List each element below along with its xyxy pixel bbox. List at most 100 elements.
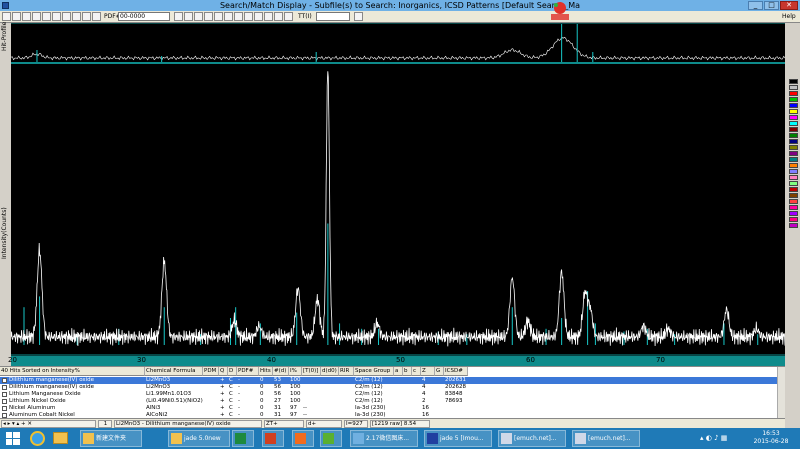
table-row[interactable]: Dilithium manganese(IV) oxide Li2MnO3 + C - 0… — [0, 384, 777, 391]
palette-swatch[interactable] — [789, 115, 798, 120]
toolbar-button-3[interactable] — [22, 12, 31, 21]
toolbar-button-14[interactable] — [204, 12, 213, 21]
tray-icons[interactable]: ▴ ◐ ♪ ▦ — [700, 434, 742, 443]
palette-swatch[interactable] — [789, 199, 798, 204]
toolbar-button-17[interactable] — [234, 12, 243, 21]
column-header[interactable]: Q — [219, 367, 228, 376]
maximize-button[interactable]: □ — [764, 1, 779, 10]
palette-swatch[interactable] — [789, 139, 798, 144]
palette-swatch[interactable] — [789, 175, 798, 180]
column-header[interactable]: c — [412, 367, 421, 376]
column-header[interactable]: #(d) — [273, 367, 289, 376]
row-checkbox[interactable] — [2, 378, 7, 383]
column-header[interactable]: G — [435, 367, 444, 376]
column-header[interactable]: 40 Hits Sorted on Intensity% — [0, 367, 145, 376]
taskbar-item-emuch-1[interactable]: [emuch.net]... — [498, 430, 566, 447]
palette-swatch[interactable] — [789, 91, 798, 96]
palette-swatch[interactable] — [789, 145, 798, 150]
ie-icon[interactable] — [30, 431, 45, 446]
row-checkbox[interactable] — [2, 399, 7, 404]
toolbar-button-7[interactable] — [62, 12, 71, 21]
row-checkbox[interactable] — [2, 406, 7, 411]
toolbar-button-21[interactable] — [274, 12, 283, 21]
column-header[interactable]: PDF# — [237, 367, 259, 376]
palette-swatch[interactable] — [789, 79, 798, 84]
taskbar-item-jade[interactable]: jade 5.0new — [168, 430, 230, 447]
close-button[interactable]: ✕ — [780, 1, 798, 10]
palette-swatch[interactable] — [789, 133, 798, 138]
toolbar-button-13[interactable] — [194, 12, 203, 21]
taskbar-item-media[interactable] — [262, 430, 284, 447]
status-nav-buttons[interactable]: ◂ ▸ ▾ ▴ + ✕ — [1, 420, 96, 428]
column-header[interactable]: I% — [289, 367, 302, 376]
palette-swatch[interactable] — [789, 109, 798, 114]
tt-input[interactable] — [316, 12, 350, 21]
palette-swatch[interactable] — [789, 157, 798, 162]
table-row[interactable]: Lithium Manganese Oxide Li1.99Mn1.01O3 + C -… — [0, 391, 777, 398]
help-menu[interactable]: Help — [782, 13, 796, 20]
column-header[interactable]: Hits — [259, 367, 273, 376]
table-scrollbar[interactable] — [777, 367, 785, 419]
palette-swatch[interactable] — [789, 103, 798, 108]
column-header[interactable]: Chemical Formula — [145, 367, 203, 376]
table-row[interactable]: Dilithium manganese(IV) oxide Li2MnO3 + C - 0… — [0, 377, 777, 384]
palette-swatch[interactable] — [789, 151, 798, 156]
palette-swatch[interactable] — [789, 169, 798, 174]
table-row[interactable]: Lithium Nickel Oxide (Li0.49Ni0.51)(NiO2)… — [0, 398, 777, 405]
palette-swatch[interactable] — [789, 187, 798, 192]
palette-swatch[interactable] — [789, 217, 798, 222]
palette-swatch[interactable] — [789, 181, 798, 186]
column-header[interactable]: Z — [421, 367, 435, 376]
toolbar-button-4[interactable] — [32, 12, 41, 21]
palette-swatch[interactable] — [789, 205, 798, 210]
plot-canvas[interactable] — [10, 22, 786, 356]
column-header[interactable]: b — [403, 367, 412, 376]
palette-swatch[interactable] — [789, 127, 798, 132]
column-header[interactable]: PDM — [203, 367, 219, 376]
toolbar-button-9[interactable] — [82, 12, 91, 21]
toolbar-button-15[interactable] — [214, 12, 223, 21]
taskbar-item-folder[interactable]: 新建文件夹 — [80, 430, 142, 447]
row-checkbox[interactable] — [2, 392, 7, 397]
taskbar-item-wechat-image[interactable]: 2.17微信图床... — [350, 430, 418, 447]
toolbar-button-8[interactable] — [72, 12, 81, 21]
palette-swatch[interactable] — [789, 97, 798, 102]
toolbar-button-1[interactable] — [2, 12, 11, 21]
toolbar-button-12[interactable] — [184, 12, 193, 21]
column-header[interactable]: d(d0) — [321, 367, 339, 376]
palette-swatch[interactable] — [789, 121, 798, 126]
toolbar-button-19[interactable] — [254, 12, 263, 21]
pattern-plot[interactable] — [10, 22, 786, 356]
taskbar-item-emuch-2[interactable]: [emuch.net]... — [572, 430, 640, 447]
column-header[interactable]: [T(0)] — [302, 367, 321, 376]
palette-swatch[interactable] — [789, 193, 798, 198]
taskbar-item-jade5[interactable]: jade 5 [Imou... — [424, 430, 492, 447]
toolbar-button-2[interactable] — [12, 12, 21, 21]
toolbar-button-6[interactable] — [52, 12, 61, 21]
clock[interactable]: 16:53 2015-06-28 — [745, 430, 797, 446]
taskbar-item-chat[interactable] — [320, 430, 342, 447]
column-header[interactable]: a — [394, 367, 403, 376]
column-header[interactable]: D — [228, 367, 237, 376]
table-row[interactable]: Nickel Aluminum AlNi3 + C - 0 31 97 -- Ia-3d (230… — [0, 405, 777, 412]
column-header[interactable]: Space Group — [354, 367, 394, 376]
palette-swatch[interactable] — [789, 211, 798, 216]
toolbar-button-10[interactable] — [92, 12, 101, 21]
pdf-input[interactable]: 00-0000 — [118, 12, 170, 21]
palette-swatch[interactable] — [789, 163, 798, 168]
toolbar-button-23[interactable] — [354, 12, 363, 21]
toolbar-button-22[interactable] — [284, 12, 293, 21]
minimize-button[interactable]: _ — [748, 1, 763, 10]
column-header[interactable]: RIR — [339, 367, 354, 376]
start-button[interactable] — [2, 430, 24, 447]
toolbar-button-11[interactable] — [174, 12, 183, 21]
toolbar-button-20[interactable] — [264, 12, 273, 21]
palette-swatch[interactable] — [789, 85, 798, 90]
taskbar-item-excel[interactable] — [232, 430, 254, 447]
folder-icon[interactable] — [53, 432, 68, 444]
column-header[interactable]: ICSD# — [444, 367, 468, 376]
toolbar-button-16[interactable] — [224, 12, 233, 21]
toolbar-button-18[interactable] — [244, 12, 253, 21]
palette-swatch[interactable] — [789, 223, 798, 228]
toolbar-button-5[interactable] — [42, 12, 51, 21]
